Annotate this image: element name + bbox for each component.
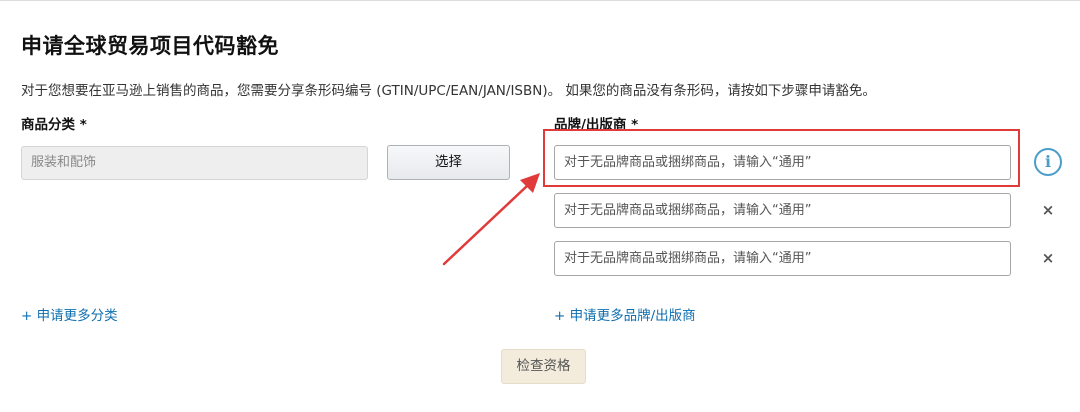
remove-brand-3-close-icon[interactable]: × — [1040, 249, 1056, 267]
remove-brand-2-close-icon[interactable]: × — [1040, 201, 1056, 219]
add-more-brands-link[interactable]: + 申请更多品牌/出版商 — [554, 304, 696, 324]
category-label: 商品分类 * — [21, 117, 87, 133]
check-eligibility-button[interactable]: 检查资格 — [501, 349, 586, 384]
top-divider — [0, 0, 1080, 1]
brand-input-2[interactable]: 对于无品牌商品或捆绑商品，请输入“通用” — [554, 193, 1011, 228]
category-field: 服装和配饰 — [21, 146, 368, 180]
select-category-button[interactable]: 选择 — [387, 145, 510, 180]
page-description: 对于您想要在亚马逊上销售的商品，您需要分享条形码编号 (GTIN/UPC/EAN… — [21, 83, 876, 99]
info-circle-icon[interactable]: i — [1034, 148, 1062, 176]
add-more-categories-link[interactable]: + 申请更多分类 — [21, 304, 118, 324]
page-title: 申请全球贸易项目代码豁免 — [21, 34, 279, 58]
brand-input-3[interactable]: 对于无品牌商品或捆绑商品，请输入“通用” — [554, 241, 1011, 276]
annotation-highlight-box — [543, 129, 1020, 187]
